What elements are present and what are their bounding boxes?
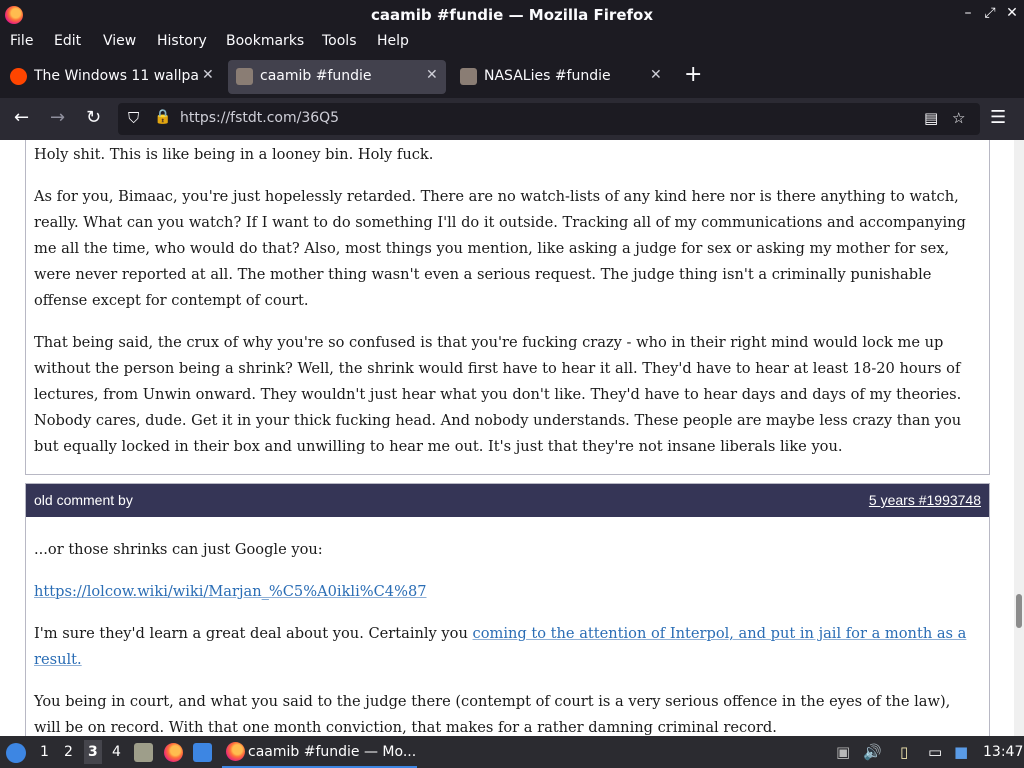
firefox-icon [226, 742, 245, 761]
notes-icon[interactable]: ▯ [900, 743, 908, 761]
tab-windows-wallpaper[interactable]: The Windows 11 wallpap ✕ [2, 60, 224, 94]
page-content: Holy shit. This is like being in a loone… [0, 140, 1014, 736]
forward-arrow-icon[interactable]: → [50, 107, 65, 128]
title-bar: caamib #fundie — Mozilla Firefox – ⤢ ✕ [0, 0, 1024, 30]
clipboard-icon[interactable]: ▣ [836, 743, 850, 761]
firefox-launcher-icon[interactable] [164, 743, 183, 762]
tab-caamib-fundie[interactable]: caamib #fundie ✕ [228, 60, 446, 94]
back-arrow-icon[interactable]: ← [14, 107, 29, 128]
reddit-icon [10, 68, 27, 85]
workspace-4[interactable]: 4 [112, 744, 121, 760]
file-manager-icon[interactable] [134, 743, 153, 762]
scrollbar-thumb[interactable] [1016, 594, 1022, 628]
comment-paragraph: That being said, the crux of why you're … [34, 334, 962, 455]
close-tab-icon[interactable]: ✕ [650, 67, 662, 83]
menu-edit[interactable]: Edit [54, 33, 81, 49]
page-scrollbar[interactable] [1014, 140, 1024, 736]
restore-icon[interactable]: ⤢ [980, 5, 1000, 21]
tab-label: NASALies #fundie [484, 68, 611, 84]
show-desktop-icon[interactable] [193, 743, 212, 762]
paragraph-text: I'm sure they'd learn a great deal about… [34, 625, 473, 642]
start-menu-icon[interactable] [6, 743, 26, 763]
comment-paragraph: ...or those shrinks can just Google you: [34, 541, 323, 558]
tracking-protection-shield-icon[interactable]: ⛉ [128, 109, 139, 127]
menu-file[interactable]: File [10, 33, 33, 49]
comment-author-label: old comment by [34, 492, 133, 508]
reload-icon[interactable]: ↻ [86, 107, 101, 128]
comment-paragraph: Holy shit. This is like being in a loone… [34, 146, 434, 163]
volume-icon[interactable]: 🔊 [863, 743, 882, 761]
task-label: caamib #fundie — Mo... [248, 744, 417, 760]
menu-view[interactable]: View [103, 33, 136, 49]
tab-label: The Windows 11 wallpap [34, 68, 199, 84]
minimize-icon[interactable]: – [958, 5, 978, 21]
clock: 13:47 [983, 744, 1024, 760]
comment-permalink[interactable]: 5 years #1993748 [869, 492, 981, 508]
tab-label: caamib #fundie [260, 68, 372, 84]
comment-paragraph: As for you, Bimaac, you're just hopeless… [34, 188, 966, 309]
fstdt-favicon-icon [236, 68, 253, 85]
tab-strip: The Windows 11 wallpap ✕ caamib #fundie … [0, 56, 1024, 98]
comment-paragraph: I'm sure they'd learn a great deal about… [34, 621, 981, 673]
comment-card: old comment by 5 years #1993748 ...or th… [25, 483, 990, 736]
window-title: caamib #fundie — Mozilla Firefox [370, 6, 653, 24]
lolcow-wiki-link[interactable]: https://lolcow.wiki/wiki/Marjan_%C5%A0ik… [34, 583, 427, 600]
close-window-icon[interactable]: ✕ [1002, 5, 1022, 21]
menu-bookmarks[interactable]: Bookmarks [226, 33, 304, 49]
navigation-bar: ← → ↻ ⛉ 🔒 https://fstdt.com/36Q5 ▤ ☆ ☰ [0, 98, 1024, 140]
comment-paragraph: You being in court, and what you said to… [34, 693, 951, 736]
comment-card: Holy shit. This is like being in a loone… [25, 140, 990, 475]
url-bar[interactable]: ⛉ 🔒 https://fstdt.com/36Q5 ▤ ☆ [118, 103, 980, 135]
bookmark-star-icon[interactable]: ☆ [952, 109, 965, 127]
new-tab-plus-icon[interactable]: + [684, 62, 702, 87]
url-text[interactable]: https://fstdt.com/36Q5 [180, 110, 339, 126]
hamburger-menu-icon[interactable]: ☰ [990, 107, 1006, 128]
workspace-2[interactable]: 2 [64, 744, 73, 760]
comment-paragraph: https://lolcow.wiki/wiki/Marjan_%C5%A0ik… [34, 579, 981, 605]
menu-tools[interactable]: Tools [322, 33, 357, 49]
tab-nasalies-fundie[interactable]: NASALies #fundie ✕ [452, 60, 672, 94]
taskbar-firefox-window[interactable]: caamib #fundie — Mo... [222, 736, 417, 768]
network-icon[interactable]: ▭ [928, 743, 942, 761]
lock-icon[interactable]: 🔒 [154, 109, 171, 125]
updates-icon[interactable]: ■ [954, 743, 968, 761]
close-tab-icon[interactable]: ✕ [202, 67, 214, 83]
comment-header: old comment by 5 years #1993748 [26, 484, 989, 517]
reader-view-icon[interactable]: ▤ [924, 109, 938, 127]
menu-history[interactable]: History [157, 33, 207, 49]
fstdt-favicon-icon [460, 68, 477, 85]
workspace-1[interactable]: 1 [40, 744, 49, 760]
workspace-3[interactable]: 3 [84, 740, 102, 764]
close-tab-icon[interactable]: ✕ [426, 67, 438, 83]
menu-bar: File Edit View History Bookmarks Tools H… [0, 30, 1024, 56]
taskbar: 1 2 3 4 caamib #fundie — Mo... ▣ 🔊 ▯ ▭ ■… [0, 736, 1024, 768]
menu-help[interactable]: Help [377, 33, 409, 49]
